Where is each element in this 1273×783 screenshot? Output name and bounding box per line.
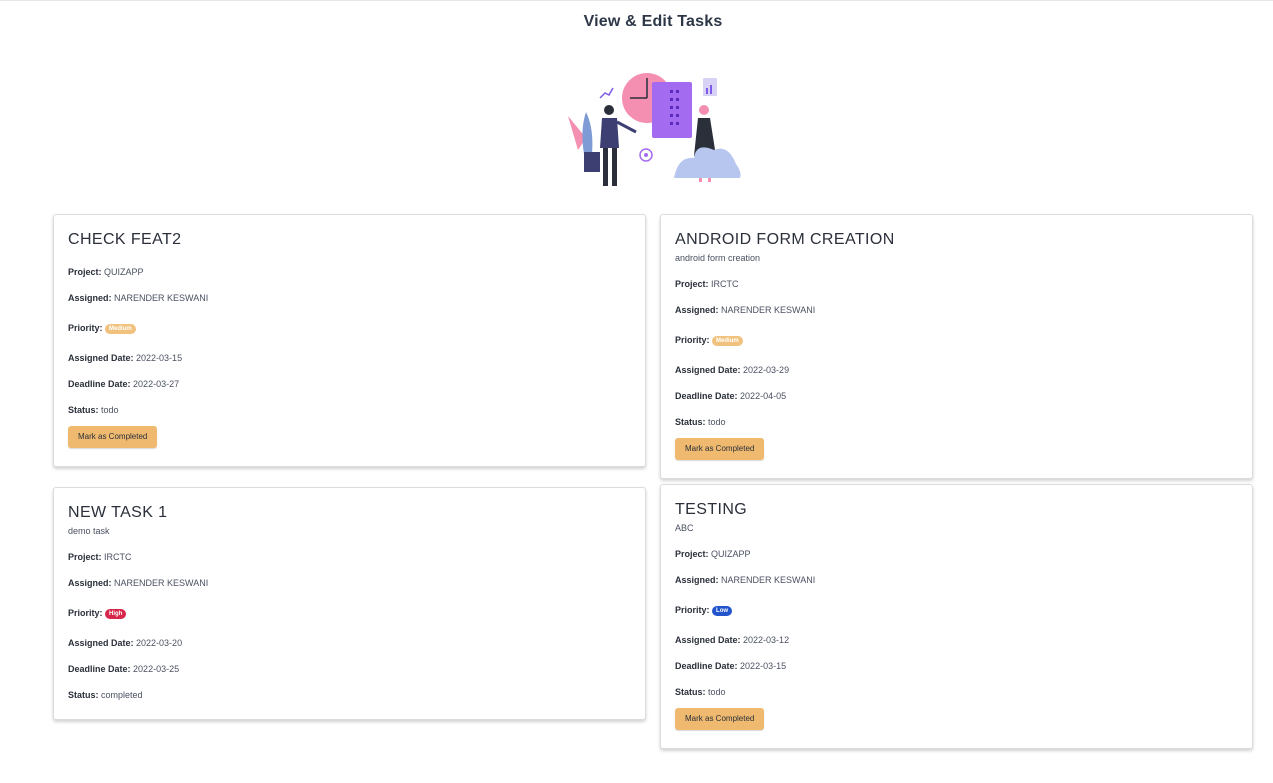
deadline-date-value: 2022-04-05 [740,391,787,401]
deadline-date-label: Deadline Date: [68,379,131,389]
task-card: CHECK FEAT2 Project: QUIZAPP Assigned: N… [53,214,646,467]
assigned-date-value: 2022-03-12 [743,635,790,645]
priority-badge: Low [712,606,733,616]
status-label: Status: [68,405,99,415]
task-priority: Priority: Medium [68,322,631,334]
task-title: TESTING [675,501,748,518]
status-label: Status: [68,690,99,700]
deadline-date-label: Deadline Date: [68,664,131,674]
task-description: android form creation [675,253,761,263]
status-value: todo [708,417,726,427]
task-description: demo task [68,526,110,536]
mark-completed-button[interactable]: Mark as Completed [68,426,158,448]
status-value: completed [101,690,143,700]
deadline-date-value: 2022-03-15 [740,661,787,671]
assigned-date-label: Assigned Date: [675,365,741,375]
task-deadline-date: Deadline Date: 2022-03-27 [68,378,631,390]
project-label: Project: [68,552,102,562]
task-project: Project: IRCTC [675,278,1238,290]
assigned-label: Assigned: [675,305,719,315]
page-title: View & Edit Tasks [583,13,723,30]
project-label: Project: [68,267,102,277]
task-card: ANDROID FORM CREATION android form creat… [660,214,1253,479]
priority-label: Priority: [68,608,103,618]
task-priority: Priority: Low [675,604,1238,616]
task-project: Project: IRCTC [68,551,631,563]
task-assigned-date: Assigned Date: 2022-03-20 [68,637,631,649]
task-assigned-date: Assigned Date: 2022-03-29 [675,364,1238,376]
priority-label: Priority: [675,605,710,615]
task-status: Status: todo [675,416,1238,428]
task-assigned-date: Assigned Date: 2022-03-15 [68,352,631,364]
status-label: Status: [675,417,706,427]
task-description: ABC [675,523,694,533]
task-column-right: ANDROID FORM CREATION android form creat… [660,214,1253,769]
status-value: todo [708,687,726,697]
task-priority: Priority: Medium [675,334,1238,346]
assigned-date-label: Assigned Date: [675,635,741,645]
assigned-value: NARENDER KESWANI [721,575,816,585]
status-label: Status: [675,687,706,697]
task-status: Status: todo [675,686,1238,698]
deadline-date-value: 2022-03-27 [133,379,180,389]
project-value: QUIZAPP [711,549,751,559]
top-divider [0,0,1273,1]
task-status: Status: todo [68,404,631,416]
assigned-date-value: 2022-03-15 [136,353,183,363]
status-value: todo [101,405,119,415]
task-assigned: Assigned: NARENDER KESWANI [675,304,1238,316]
mark-completed-button[interactable]: Mark as Completed [675,438,765,460]
assigned-value: NARENDER KESWANI [114,578,209,588]
priority-label: Priority: [68,323,103,333]
assigned-label: Assigned: [675,575,719,585]
task-title: CHECK FEAT2 [68,231,182,248]
task-title: ANDROID FORM CREATION [675,231,895,248]
task-deadline-date: Deadline Date: 2022-03-15 [675,660,1238,672]
project-value: QUIZAPP [104,267,144,277]
task-project: Project: QUIZAPP [68,266,631,278]
project-label: Project: [675,279,709,289]
assigned-date-value: 2022-03-29 [743,365,790,375]
mark-completed-button[interactable]: Mark as Completed [675,708,765,730]
deadline-date-value: 2022-03-25 [133,664,180,674]
project-label: Project: [675,549,709,559]
deadline-date-label: Deadline Date: [675,391,738,401]
task-card: TESTING ABC Project: QUIZAPP Assigned: N… [660,484,1253,749]
assigned-date-value: 2022-03-20 [136,638,183,648]
priority-badge: Medium [712,336,743,346]
task-column-left: CHECK FEAT2 Project: QUIZAPP Assigned: N… [53,214,646,740]
assigned-date-label: Assigned Date: [68,638,134,648]
task-assigned: Assigned: NARENDER KESWANI [68,292,631,304]
assigned-label: Assigned: [68,293,112,303]
task-status: Status: completed [68,689,631,701]
assigned-value: NARENDER KESWANI [114,293,209,303]
task-deadline-date: Deadline Date: 2022-04-05 [675,390,1238,402]
task-assigned: Assigned: NARENDER KESWANI [68,577,631,589]
assigned-label: Assigned: [68,578,112,588]
project-value: IRCTC [104,552,132,562]
team-planning-illustration [560,68,746,190]
priority-label: Priority: [675,335,710,345]
assigned-date-label: Assigned Date: [68,353,134,363]
assigned-value: NARENDER KESWANI [721,305,816,315]
task-priority: Priority: High [68,607,631,619]
priority-badge: High [105,609,127,619]
task-card: NEW TASK 1 demo task Project: IRCTC Assi… [53,487,646,720]
task-assigned: Assigned: NARENDER KESWANI [675,574,1238,586]
task-deadline-date: Deadline Date: 2022-03-25 [68,663,631,675]
project-value: IRCTC [711,279,739,289]
deadline-date-label: Deadline Date: [675,661,738,671]
task-assigned-date: Assigned Date: 2022-03-12 [675,634,1238,646]
priority-badge: Medium [105,324,136,334]
task-project: Project: QUIZAPP [675,548,1238,560]
task-title: NEW TASK 1 [68,504,168,521]
